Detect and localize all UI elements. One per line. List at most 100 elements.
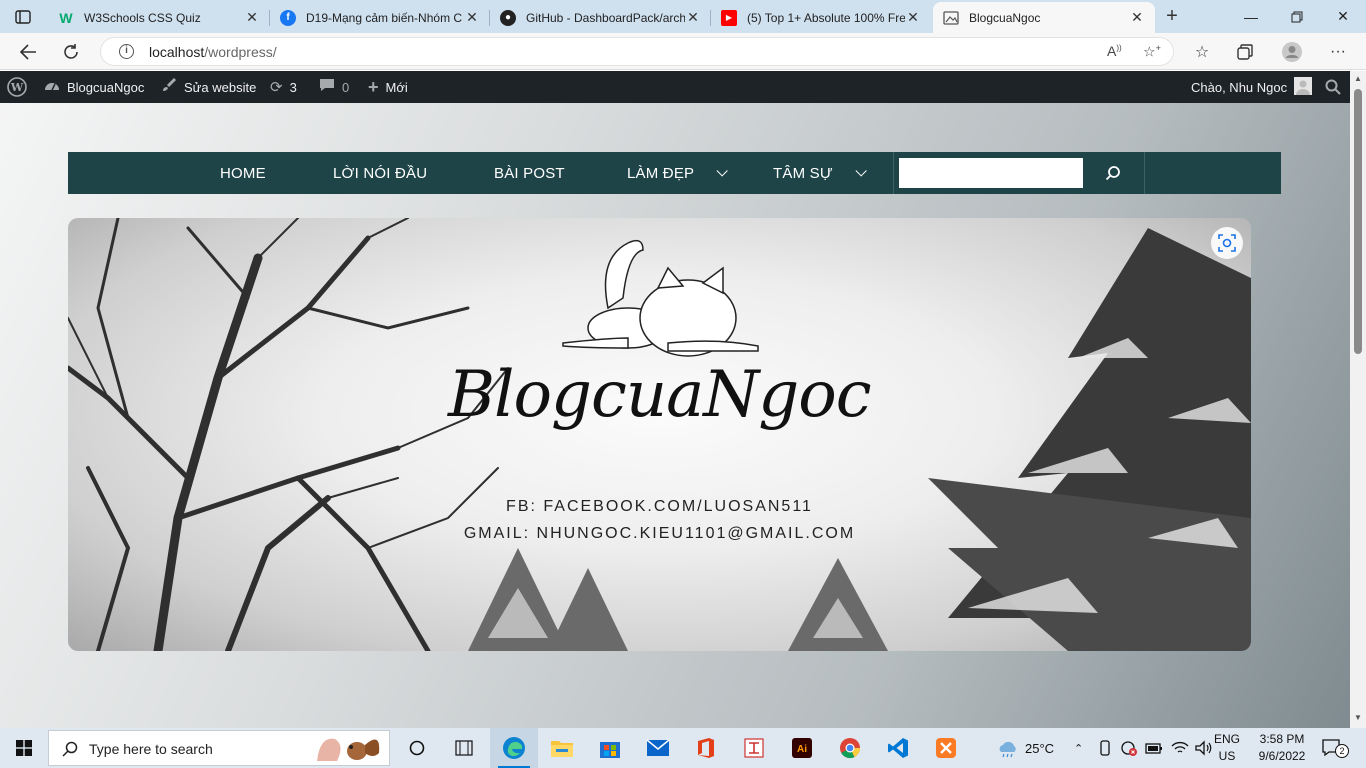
tab-blogcuangoc[interactable]: BlogcuaNgoc ✕ xyxy=(933,2,1155,33)
nav-label: LỜI NÓI ĐẦU xyxy=(333,164,428,182)
profile-avatar[interactable] xyxy=(1280,40,1304,64)
tool-app-icon[interactable] xyxy=(730,728,778,768)
tab-title: D19-Mạng cảm biến-Nhóm C xyxy=(306,10,463,25)
weather-widget[interactable]: 25°C xyxy=(996,728,1054,768)
github-icon: ● xyxy=(500,9,516,26)
nav-label: HOME xyxy=(220,164,266,182)
nav-item-home[interactable]: HOME xyxy=(220,152,266,194)
restore-button[interactable] xyxy=(1274,0,1320,33)
minimize-button[interactable]: — xyxy=(1228,0,1274,33)
wp-customize[interactable]: Sửa website xyxy=(161,71,256,103)
office-icon[interactable] xyxy=(682,728,730,768)
scroll-down-icon[interactable]: ▼ xyxy=(1354,713,1362,722)
tab-actions-icon[interactable] xyxy=(8,4,38,30)
add-favorite-icon[interactable]: ☆+ xyxy=(1143,43,1161,61)
url-text[interactable]: localhost/wordpress/ xyxy=(149,44,277,60)
chevron-up-icon: ⌃ xyxy=(1074,742,1084,755)
read-aloud-icon[interactable]: A)) xyxy=(1107,43,1122,59)
wp-updates[interactable]: ⟳ 3 xyxy=(270,71,297,103)
illustrator-icon[interactable]: Ai xyxy=(778,728,826,768)
close-icon[interactable]: ✕ xyxy=(1129,9,1145,26)
wp-my-account[interactable]: Chào, Nhu Ngoc xyxy=(1191,71,1313,103)
edge-browser-icon[interactable] xyxy=(490,728,538,768)
start-button[interactable] xyxy=(0,728,48,768)
wp-site-name[interactable]: BlogcuaNgoc xyxy=(44,71,144,103)
address-bar[interactable]: i localhost/wordpress/ A)) ☆+ xyxy=(100,37,1174,66)
search-button[interactable] xyxy=(1102,162,1124,184)
address-toolbar: i localhost/wordpress/ A)) ☆+ ☆ ··· xyxy=(0,33,1366,70)
site-logo[interactable]: BlogcuaNgoc xyxy=(448,358,872,432)
volume-icon[interactable] xyxy=(1195,740,1213,756)
search-input[interactable] xyxy=(899,158,1083,188)
language-indicator[interactable]: ENG US xyxy=(1214,731,1240,765)
search-icon xyxy=(62,741,78,757)
wp-search-icon[interactable] xyxy=(1325,71,1341,103)
user-avatar xyxy=(1294,76,1313,98)
nav-item-lam-dep[interactable]: LÀM ĐẸP xyxy=(627,152,729,194)
close-window-button[interactable]: ✕ xyxy=(1320,0,1366,33)
notification-center[interactable]: 2 xyxy=(1322,728,1349,768)
search-placeholder: Type here to search xyxy=(89,741,213,757)
task-view-icon[interactable] xyxy=(393,728,441,768)
nav-item-loi-noi-dau[interactable]: LỜI NÓI ĐẦU xyxy=(333,152,427,194)
tab-github[interactable]: ● GitHub - DashboardPack/arch ✕ xyxy=(490,2,711,33)
close-icon[interactable]: ✕ xyxy=(244,9,260,26)
clock[interactable]: 3:58 PM 9/6/2022 xyxy=(1250,731,1314,765)
close-icon[interactable]: ✕ xyxy=(905,9,921,26)
email-contact: GMAIL: NHUNGOC.KIEU1101@GMAIL.COM xyxy=(463,525,856,542)
notification-count: 2 xyxy=(1335,744,1349,758)
new-tab-button[interactable]: + xyxy=(1160,5,1184,28)
clock-date: 9/6/2022 xyxy=(1258,749,1306,763)
nav-search xyxy=(893,152,1145,194)
wifi-icon[interactable] xyxy=(1171,741,1189,755)
collections-icon[interactable] xyxy=(1233,40,1257,64)
wp-new-content[interactable]: + Mới xyxy=(368,71,408,103)
nav-label: LÀM ĐẸP xyxy=(627,164,695,182)
scrollbar-thumb[interactable] xyxy=(1354,89,1362,354)
back-button[interactable] xyxy=(14,38,42,66)
brush-icon xyxy=(161,77,177,97)
file-explorer-icon[interactable] xyxy=(538,728,586,768)
microsoft-store-icon[interactable] xyxy=(586,728,634,768)
mail-icon[interactable] xyxy=(634,728,682,768)
w3schools-icon: W xyxy=(59,9,73,26)
scroll-up-icon[interactable]: ▲ xyxy=(1354,74,1362,83)
svg-text:Ai: Ai xyxy=(797,744,807,755)
tab-facebook[interactable]: f D19-Mạng cảm biến-Nhóm C ✕ xyxy=(270,2,490,33)
chevron-down-icon[interactable] xyxy=(716,165,729,177)
battery-icon[interactable] xyxy=(1145,741,1163,755)
tab-w3schools[interactable]: W W3Schools CSS Quiz ✕ xyxy=(48,2,270,33)
weather-cloud-icon xyxy=(999,741,1016,758)
show-hidden-icons[interactable]: ⌃ xyxy=(1074,728,1083,768)
taskbar-search[interactable]: Type here to search xyxy=(48,730,390,766)
updates-count: 3 xyxy=(289,79,297,95)
wordpress-logo-icon[interactable]: W xyxy=(7,71,27,103)
nav-item-tam-su[interactable]: TÂM SỰ xyxy=(773,152,867,194)
tray-icons xyxy=(1098,728,1213,768)
refresh-button[interactable] xyxy=(57,38,85,66)
more-menu-icon[interactable]: ··· xyxy=(1326,40,1350,64)
defender-warning-icon[interactable] xyxy=(1121,740,1137,756)
chevron-down-icon[interactable] xyxy=(855,165,867,177)
nav-item-bai-post[interactable]: BÀI POST xyxy=(494,152,565,194)
chrome-icon[interactable] xyxy=(826,728,874,768)
xampp-icon[interactable] xyxy=(922,728,970,768)
windows-taskbar: Type here to search Ai 25°C ⌃ ENG US 3:5… xyxy=(0,728,1366,768)
nav-label: TÂM SỰ xyxy=(773,164,833,182)
close-icon[interactable]: ✕ xyxy=(685,9,701,26)
favorites-icon[interactable]: ☆ xyxy=(1190,40,1214,64)
tab-youtube[interactable]: ▶ (5) Top 1+ Absolute 100% Fre ✕ xyxy=(711,2,931,33)
visual-search-icon[interactable] xyxy=(1211,227,1243,259)
vscode-icon[interactable] xyxy=(874,728,922,768)
site-name-label: BlogcuaNgoc xyxy=(67,79,145,95)
plus-icon: + xyxy=(368,76,379,97)
info-icon[interactable]: i xyxy=(119,44,134,59)
updates-icon: ⟳ xyxy=(270,79,283,96)
meet-now-icon[interactable] xyxy=(1098,740,1112,756)
wp-comments[interactable]: 0 xyxy=(319,71,349,103)
close-icon[interactable]: ✕ xyxy=(464,9,480,26)
widgets-icon[interactable] xyxy=(440,728,488,768)
lang-region: US xyxy=(1218,749,1236,763)
page-scrollbar[interactable]: ▲ ▼ xyxy=(1350,71,1366,728)
edit-website-label: Sửa website xyxy=(184,79,257,95)
